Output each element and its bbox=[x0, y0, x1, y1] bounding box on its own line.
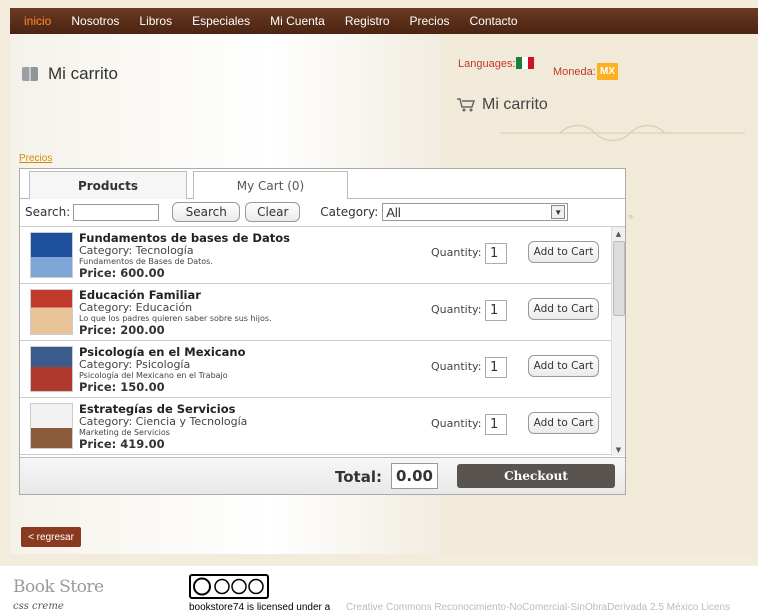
category-select[interactable]: All ▼ bbox=[382, 203, 569, 221]
page-title: Mi carrito bbox=[22, 64, 118, 84]
list-scrollbar[interactable]: ▲ ▼ bbox=[611, 227, 625, 456]
cc-symbols-icon bbox=[193, 577, 264, 596]
category-select-value: All bbox=[386, 204, 401, 220]
item-category: Category: Ciencia y Tecnología bbox=[79, 415, 248, 428]
add-to-cart-button[interactable]: Add to Cart bbox=[528, 412, 599, 434]
cart-heading: Mi carrito bbox=[456, 96, 548, 114]
moneda-label: Moneda: bbox=[553, 66, 596, 78]
item-name[interactable]: Fundamentos de bases de Datos bbox=[79, 231, 290, 245]
category-label: Category: bbox=[320, 205, 379, 219]
chevron-right-icon: » bbox=[628, 211, 634, 221]
checkout-button[interactable]: Checkout bbox=[457, 464, 615, 488]
precios-link[interactable]: Precios bbox=[19, 153, 52, 164]
nav-link-precios[interactable]: Precios bbox=[410, 14, 450, 28]
back-button[interactable]: < regresar bbox=[21, 527, 81, 547]
license-text: bookstore74 is licensed under a bbox=[189, 602, 331, 613]
quantity-input[interactable]: 1 bbox=[485, 414, 507, 435]
ornament-divider-icon bbox=[500, 124, 745, 142]
quantity-label: Quantity: bbox=[431, 246, 482, 259]
add-to-cart-button[interactable]: Add to Cart bbox=[528, 298, 599, 320]
search-input[interactable] bbox=[73, 203, 160, 221]
item-price: Price: 200.00 bbox=[79, 323, 165, 337]
list-item: Estrategías de Servicios Category: Cienc… bbox=[20, 398, 611, 455]
book-icon bbox=[22, 67, 38, 81]
nav-link-mi-cuenta[interactable]: Mi Cuenta bbox=[270, 14, 325, 28]
quantity-input[interactable]: 1 bbox=[485, 357, 507, 378]
brand-subtitle: css creme bbox=[13, 601, 64, 612]
add-to-cart-button[interactable]: Add to Cart bbox=[528, 241, 599, 263]
nav-link-libros[interactable]: Libros bbox=[139, 14, 172, 28]
item-category: Category: Tecnología bbox=[79, 244, 194, 257]
book-cover-thumbnail[interactable] bbox=[30, 346, 73, 392]
quantity-label: Quantity: bbox=[431, 303, 482, 316]
quantity-label: Quantity: bbox=[431, 417, 482, 430]
item-price: Price: 150.00 bbox=[79, 380, 165, 394]
tab-products[interactable]: Products bbox=[29, 171, 187, 199]
scroll-down-icon[interactable]: ▼ bbox=[612, 443, 625, 456]
chevron-down-icon[interactable]: ▼ bbox=[551, 205, 566, 219]
item-category: Category: Educación bbox=[79, 301, 193, 314]
book-cover-thumbnail[interactable] bbox=[30, 289, 73, 335]
widget-tabs: Products My Cart (0) bbox=[20, 169, 625, 199]
item-name[interactable]: Psicología en el Mexicano bbox=[79, 345, 246, 359]
add-to-cart-button[interactable]: Add to Cart bbox=[528, 355, 599, 377]
quantity-input[interactable]: 1 bbox=[485, 243, 507, 264]
cart-heading-text: Mi carrito bbox=[482, 96, 548, 113]
item-description: Marketing de Servicios bbox=[79, 428, 170, 437]
list-item: Educación Familiar Category: Educación L… bbox=[20, 284, 611, 341]
cart-summary-bar: Total: 0.00 Checkout bbox=[20, 457, 625, 494]
site-footer: Book Store css creme bookstore74 is lice… bbox=[0, 566, 758, 615]
quantity-label: Quantity: bbox=[431, 360, 482, 373]
scrollbar-thumb[interactable] bbox=[613, 241, 625, 316]
item-description: Fundamentos de Bases de Datos. bbox=[79, 257, 213, 266]
scroll-up-icon[interactable]: ▲ bbox=[612, 227, 625, 241]
book-cover-thumbnail[interactable] bbox=[30, 232, 73, 278]
cart-widget: Products My Cart (0) Search: Search Clea… bbox=[19, 168, 626, 495]
nav-link-especiales[interactable]: Especiales bbox=[192, 14, 250, 28]
mexico-flag-icon[interactable] bbox=[516, 57, 534, 69]
nav-link-registro[interactable]: Registro bbox=[345, 14, 390, 28]
total-value: 0.00 bbox=[391, 463, 438, 489]
shopping-cart-icon bbox=[457, 98, 476, 112]
nav-link-inicio[interactable]: inicio bbox=[24, 14, 51, 28]
search-button[interactable]: Search bbox=[172, 202, 241, 222]
total-label: Total: bbox=[335, 468, 382, 486]
list-item: Fundamentos de bases de Datos Category: … bbox=[20, 227, 611, 284]
quantity-input[interactable]: 1 bbox=[485, 300, 507, 321]
tab-my-cart[interactable]: My Cart (0) bbox=[193, 171, 348, 199]
product-list: Fundamentos de bases de Datos Category: … bbox=[20, 226, 625, 456]
nav-bar: inicio Nosotros Libros Especiales Mi Cue… bbox=[10, 8, 758, 34]
nav-link-nosotros[interactable]: Nosotros bbox=[71, 14, 119, 28]
book-cover-thumbnail[interactable] bbox=[30, 403, 73, 449]
item-price: Price: 600.00 bbox=[79, 266, 165, 280]
item-name[interactable]: Educación Familiar bbox=[79, 288, 201, 302]
page-title-text: Mi carrito bbox=[48, 64, 118, 83]
languages-label: Languages: bbox=[458, 58, 516, 70]
license-link[interactable]: Creative Commons Reconocimiento-NoComerc… bbox=[346, 602, 730, 613]
clear-button[interactable]: Clear bbox=[245, 202, 301, 222]
item-category: Category: Psicología bbox=[79, 358, 191, 371]
creative-commons-badge-icon[interactable] bbox=[189, 574, 269, 599]
search-label: Search: bbox=[25, 205, 71, 219]
search-bar: Search: Search Clear Category: All ▼ bbox=[20, 200, 625, 224]
list-item: Psicología en el Mexicano Category: Psic… bbox=[20, 341, 611, 398]
currency-badge[interactable]: MX bbox=[597, 63, 618, 80]
brand-logo: Book Store bbox=[13, 577, 104, 597]
item-description: Lo que los padres quieren saber sobre su… bbox=[79, 314, 272, 323]
item-description: Psicología del Mexicano en el Trabajo bbox=[79, 371, 228, 380]
item-name[interactable]: Estrategías de Servicios bbox=[79, 402, 235, 416]
nav-link-contacto[interactable]: Contacto bbox=[470, 14, 518, 28]
item-price: Price: 419.00 bbox=[79, 437, 165, 451]
